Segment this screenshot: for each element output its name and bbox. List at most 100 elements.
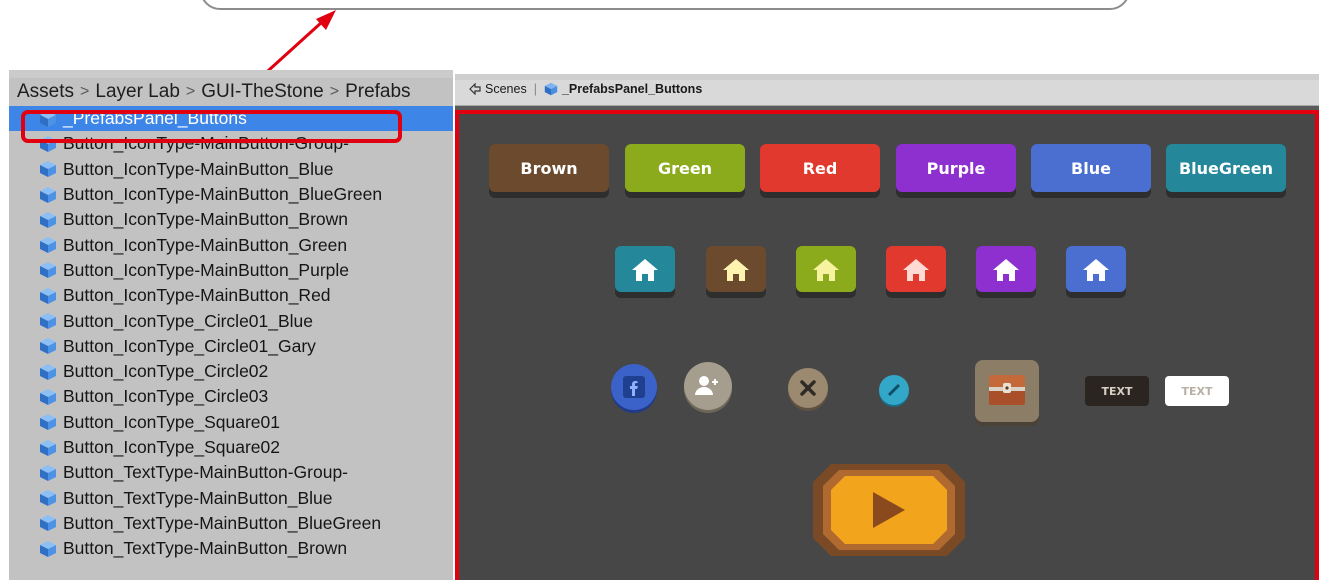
facebook-button[interactable] — [611, 364, 657, 410]
prefab-cube-icon — [40, 237, 56, 254]
color-text-button[interactable]: Blue — [1031, 144, 1151, 198]
color-text-button[interactable]: Brown — [489, 144, 609, 198]
tab-strip — [455, 74, 1319, 80]
color-text-button[interactable]: Purple — [896, 144, 1016, 198]
facebook-icon — [623, 376, 645, 398]
prefab-cube-icon — [40, 464, 56, 481]
breadcrumb-assets[interactable]: Assets — [17, 81, 74, 103]
prefab-cube-icon — [40, 439, 56, 456]
asset-label: Button_IconType_Circle03 — [63, 386, 269, 407]
asset-label: Button_IconType_Circle01_Gary — [63, 335, 316, 356]
home-button[interactable] — [706, 246, 766, 298]
prefab-cube-icon — [40, 540, 56, 557]
asset-list-item[interactable]: Button_IconType_Circle01_Blue — [9, 308, 453, 333]
asset-list-item[interactable]: Button_TextType-MainButton_Brown — [9, 536, 453, 561]
close-icon — [800, 380, 816, 396]
asset-label: Button_IconType_Circle01_Blue — [63, 310, 314, 331]
asset-list: _PrefabsPanel_Buttons Button_IconType-Mai… — [9, 106, 453, 561]
project-panel: Assets > Layer Lab > GUI-TheStone > Pref… — [9, 70, 453, 580]
asset-list-item[interactable]: Button_IconType-MainButton_Brown — [9, 207, 453, 232]
home-icon — [632, 259, 658, 281]
color-text-button[interactable]: BlueGreen — [1166, 144, 1286, 198]
add-friend-button[interactable] — [684, 362, 732, 410]
breadcrumb-layer-lab[interactable]: Layer Lab — [95, 81, 180, 103]
chevron-right-icon: > — [80, 83, 90, 100]
asset-label: Button_TextType-MainButton_Blue — [63, 487, 333, 508]
button-label: Brown — [520, 158, 578, 178]
scene-breadcrumb: Scenes | _PrefabsPanel_Buttons — [469, 82, 702, 96]
back-arrow-icon[interactable] — [469, 83, 481, 95]
asset-list-item[interactable]: Button_IconType-MainButton_Purple — [9, 258, 453, 283]
scenes-link[interactable]: Scenes — [485, 82, 527, 96]
button-label: BlueGreen — [1178, 158, 1274, 178]
asset-list-item[interactable]: Button_IconType_Circle02 — [9, 359, 453, 384]
close-button[interactable] — [788, 368, 828, 408]
asset-label: Button_IconType_Circle02 — [63, 361, 269, 382]
asset-list-item[interactable]: Button_TextType-MainButton_Blue — [9, 485, 453, 510]
home-icon — [1083, 259, 1109, 281]
asset-label: Button_TextType-MainButton-Group- — [63, 462, 349, 483]
prefab-cube-icon — [40, 211, 56, 228]
asset-list-item[interactable]: Button_IconType_Square01 — [9, 410, 453, 435]
home-button[interactable] — [976, 246, 1036, 298]
prefab-cube-icon — [40, 515, 56, 532]
asset-label: Button_TextType-MainButton_BlueGreen — [63, 512, 382, 533]
asset-list-item[interactable]: Button_IconType_Circle03 — [9, 384, 453, 409]
asset-label: Button_IconType_Square01 — [63, 411, 280, 432]
prefab-name: _PrefabsPanel_Buttons — [561, 82, 703, 96]
color-text-button[interactable]: Red — [760, 144, 880, 198]
home-button[interactable] — [1066, 246, 1126, 298]
asset-list-item[interactable]: Button_IconType-MainButton_Blue — [9, 157, 453, 182]
prefab-cube-icon — [40, 414, 56, 431]
asset-list-item[interactable]: Button_IconType-MainButton_Red — [9, 283, 453, 308]
add-user-icon — [695, 376, 718, 395]
text-button-dark[interactable]: TEXT — [1085, 376, 1149, 406]
asset-label: Button_IconType_Square02 — [63, 437, 280, 457]
asset-list-item[interactable]: Button_IconType-MainButton_Green — [9, 232, 453, 257]
prefab-cube-icon — [40, 161, 56, 178]
asset-list-item[interactable]: Button_IconType-MainButton_BlueGreen — [9, 182, 453, 207]
home-button[interactable] — [886, 246, 946, 298]
asset-label: Button_TextType-MainButton_Brown — [63, 538, 348, 559]
link-icon — [887, 383, 901, 397]
asset-list-item[interactable]: Button_IconType_Circle01_Gary — [9, 334, 453, 359]
home-icon — [993, 259, 1019, 281]
divider: | — [533, 82, 537, 96]
home-icon — [903, 259, 929, 281]
asset-label: Button_IconType-MainButton_Purple — [63, 259, 350, 280]
asset-label: Button_IconType-MainButton_Brown — [63, 209, 349, 230]
scene-view: TEXT TEXT Brown Green Red Purple Blue BlueGre… — [455, 110, 1319, 580]
treasure-chest-button[interactable] — [975, 360, 1039, 422]
prefab-cube-icon — [544, 82, 558, 96]
asset-list-item[interactable]: Button_IconType_Square02 — [9, 435, 453, 460]
home-button[interactable] — [615, 246, 675, 298]
asset-list-item[interactable]: Button_TextType-MainButton_BlueGreen — [9, 511, 453, 536]
chevron-right-icon: > — [185, 83, 196, 100]
button-label: Green — [657, 158, 713, 178]
breadcrumb: Assets > Layer Lab > GUI-TheStone > Pref… — [17, 80, 411, 104]
selection-highlight-box — [21, 110, 402, 143]
asset-list-item[interactable]: Button_TextType-MainButton-Group- — [9, 460, 453, 485]
scene-header: Scenes | _PrefabsPanel_Buttons — [455, 74, 1319, 106]
play-frame-icon — [813, 464, 965, 556]
button-label: Blue — [1071, 158, 1111, 178]
text-button-light[interactable]: TEXT — [1165, 376, 1229, 406]
treasure-chest-icon — [989, 375, 1025, 405]
play-button[interactable] — [809, 460, 969, 560]
breadcrumb-gui-thestone[interactable]: GUI-TheStone — [201, 81, 324, 103]
prefab-cube-icon — [40, 490, 56, 507]
asset-label: Button_IconType-MainButton_Blue — [63, 158, 334, 179]
prefab-cube-icon — [40, 388, 56, 405]
callout-bubble — [200, 0, 1130, 10]
asset-label: Button_IconType-MainButton_BlueGreen — [63, 184, 383, 205]
color-text-button[interactable]: Green — [625, 144, 745, 198]
link-button[interactable] — [879, 375, 909, 405]
button-label: Purple — [926, 158, 986, 178]
breadcrumb-prefabs[interactable]: Prefabs — [345, 81, 410, 103]
home-button[interactable] — [796, 246, 856, 298]
prefab-cube-icon — [40, 338, 56, 355]
button-label: Red — [802, 158, 838, 178]
project-toolbar — [9, 70, 453, 78]
prefab-cube-icon — [40, 287, 56, 304]
prefab-cube-icon — [40, 363, 56, 380]
